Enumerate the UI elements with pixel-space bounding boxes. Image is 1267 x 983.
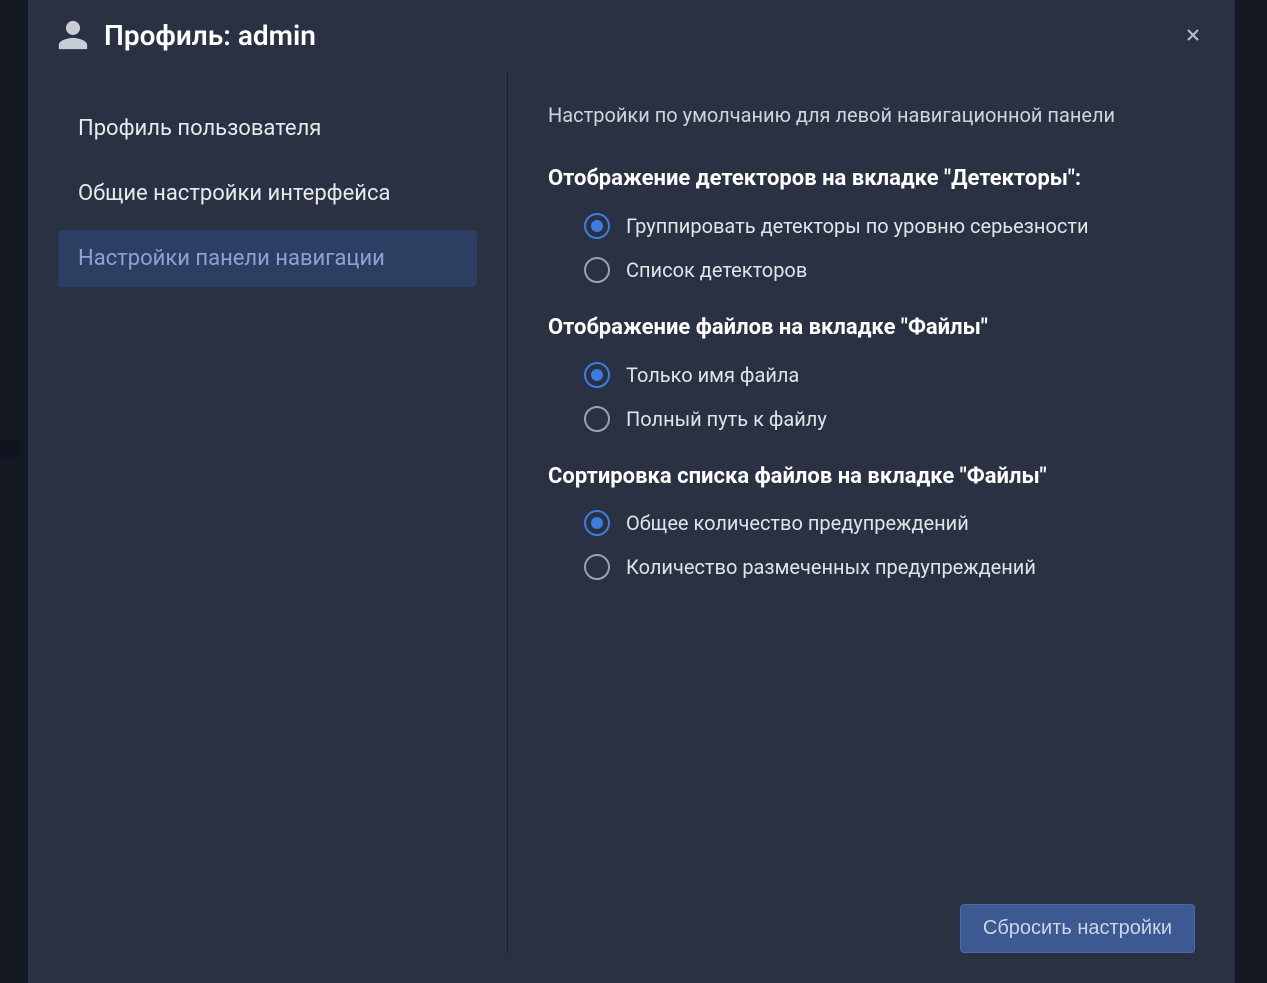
- close-button[interactable]: [1181, 23, 1205, 47]
- section-files-display: Отображение файлов на вкладке "Файлы" То…: [548, 313, 1195, 432]
- radio-group-files-display: Только имя файла Полный путь к файлу: [548, 362, 1195, 432]
- radio-group-detectors: Группировать детекторы по уровню серьезн…: [548, 213, 1195, 283]
- modal-header: Профиль: admin: [28, 0, 1235, 70]
- radio-indicator: [584, 213, 610, 239]
- radio-option-filename-only[interactable]: Только имя файла: [584, 362, 1195, 388]
- settings-sidebar: Профиль пользователя Общие настройки инт…: [28, 70, 508, 953]
- radio-option-detector-list[interactable]: Список детекторов: [584, 257, 1195, 283]
- radio-indicator: [584, 554, 610, 580]
- radio-indicator: [584, 510, 610, 536]
- radio-indicator: [584, 362, 610, 388]
- radio-label: Полный путь к файлу: [626, 407, 827, 431]
- radio-option-full-path[interactable]: Полный путь к файлу: [584, 406, 1195, 432]
- radio-indicator: [584, 257, 610, 283]
- reset-settings-button[interactable]: Сбросить настройки: [960, 904, 1195, 953]
- radio-label: Количество размеченных предупреждений: [626, 555, 1036, 579]
- radio-option-marked-warnings[interactable]: Количество размеченных предупреждений: [584, 554, 1195, 580]
- content-description: Настройки по умолчанию для левой навигац…: [548, 100, 1195, 130]
- nav-item-user-profile[interactable]: Профиль пользователя: [58, 100, 477, 157]
- section-title: Отображение файлов на вкладке "Файлы": [548, 313, 1195, 344]
- radio-indicator: [584, 406, 610, 432]
- radio-label: Группировать детекторы по уровню серьезн…: [626, 214, 1089, 238]
- radio-label: Только имя файла: [626, 363, 799, 387]
- content-footer: Сбросить настройки: [548, 884, 1195, 953]
- nav-item-navigation-panel-settings[interactable]: Настройки панели навигации: [58, 230, 477, 287]
- radio-option-total-warnings[interactable]: Общее количество предупреждений: [584, 510, 1195, 536]
- nav-item-label: Настройки панели навигации: [78, 246, 385, 271]
- radio-group-files-sort: Общее количество предупреждений Количест…: [548, 510, 1195, 580]
- modal-title: Профиль: admin: [104, 19, 1167, 52]
- nav-item-label: Общие настройки интерфейса: [78, 181, 390, 206]
- nav-item-label: Профиль пользователя: [78, 116, 321, 141]
- modal-body: Профиль пользователя Общие настройки инт…: [28, 70, 1235, 983]
- radio-option-group-by-severity[interactable]: Группировать детекторы по уровню серьезн…: [584, 213, 1195, 239]
- radio-label: Список детекторов: [626, 258, 807, 282]
- radio-label: Общее количество предупреждений: [626, 511, 969, 535]
- profile-icon: [56, 18, 90, 52]
- section-detectors-display: Отображение детекторов на вкладке "Детек…: [548, 164, 1195, 283]
- section-title: Сортировка списка файлов на вкладке "Фай…: [548, 462, 1195, 493]
- nav-item-interface-settings[interactable]: Общие настройки интерфейса: [58, 165, 477, 222]
- settings-content: Настройки по умолчанию для левой навигац…: [508, 70, 1235, 953]
- section-files-sort: Сортировка списка файлов на вкладке "Фай…: [548, 462, 1195, 581]
- section-title: Отображение детекторов на вкладке "Детек…: [548, 164, 1195, 195]
- profile-modal: Профиль: admin Профиль пользователя Общи…: [28, 0, 1235, 983]
